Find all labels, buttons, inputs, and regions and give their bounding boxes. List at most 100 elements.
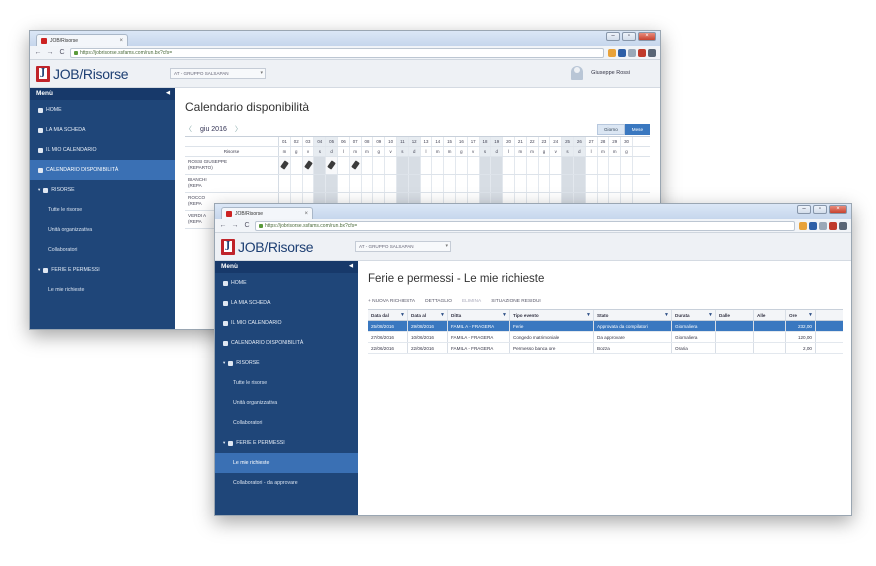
resource-name[interactable]: ROSSI GIUSEPPE (REPARTO) [185, 157, 279, 174]
delete-button[interactable]: ELIMINA [462, 299, 481, 304]
collapse-icon[interactable]: ◀ [349, 263, 353, 269]
sidebar-item-unita-organizzativa[interactable]: Unità organizzativa [215, 393, 358, 413]
calendar-cell[interactable] [396, 175, 409, 192]
calendar-cell[interactable] [444, 157, 456, 174]
calendar-cell[interactable] [421, 157, 433, 174]
filter-icon[interactable]: ▼ [708, 310, 713, 320]
calendar-cell[interactable] [586, 157, 598, 174]
calendar-cell[interactable] [279, 175, 291, 192]
app-logo[interactable]: JOB/Risorse [36, 65, 129, 82]
calendar-cell[interactable] [598, 157, 610, 174]
sidebar-item-ferie-e-permessi[interactable]: ▾ FERIE E PERMESSI [30, 260, 175, 280]
calendar-cell[interactable] [291, 175, 303, 192]
calendar-cell[interactable] [468, 175, 480, 192]
sidebar-item-il-mio-calendario[interactable]: IL MIO CALENDARIO [215, 313, 358, 333]
close-tab-icon[interactable]: × [304, 211, 308, 217]
extension-icon[interactable] [829, 221, 837, 230]
calendar-cell[interactable] [385, 157, 397, 174]
filter-icon[interactable]: ▼ [586, 310, 591, 320]
filter-icon[interactable]: ▼ [808, 310, 813, 320]
chevron-right-icon[interactable]: 〉 [235, 124, 242, 134]
calendar-cell[interactable] [573, 175, 586, 192]
calendar-cell[interactable] [444, 175, 456, 192]
sidebar-item-calendario-disponibilita[interactable]: CALENDARIO DISPONIBILITÀ [30, 160, 175, 180]
calendar-cell[interactable] [373, 175, 386, 192]
calendar-cell[interactable] [527, 157, 539, 174]
close-window-icon[interactable]: × [638, 32, 656, 41]
calendar-cell[interactable] [527, 175, 539, 192]
sidebar-item-il-mio-calendario[interactable]: IL MIO CALENDARIO [30, 140, 175, 160]
calendar-cell[interactable] [456, 157, 468, 174]
edit-pencil-icon[interactable] [349, 157, 362, 174]
calendar-cell[interactable] [396, 157, 409, 174]
calendar-cell[interactable] [468, 157, 480, 174]
filter-icon[interactable]: ▼ [400, 310, 405, 320]
calendar-cell[interactable] [539, 175, 551, 192]
reload-icon[interactable]: C [58, 49, 66, 56]
close-window-icon[interactable]: × [829, 205, 847, 214]
calendar-cell[interactable] [326, 175, 338, 192]
calendar-cell[interactable] [621, 157, 633, 174]
sidebar-item-le-mie-richieste[interactable]: Le mie richieste [215, 453, 358, 473]
calendar-cell[interactable] [479, 175, 492, 192]
user-menu[interactable]: Giuseppe Rossi [571, 66, 630, 80]
calendar-cell[interactable] [609, 175, 622, 192]
company-select[interactable]: AT - GRUPPO SALSAPAN [170, 68, 266, 79]
table-row[interactable]: 27/06/2016 10/06/2016 FAMILA - FRAGERA Cong… [368, 332, 843, 343]
star-icon[interactable] [608, 48, 616, 57]
column-header-data-al[interactable]: Data al ▼ [408, 310, 448, 320]
sidebar-item-le-mie-richieste[interactable]: Le mie richieste [30, 280, 175, 300]
calendar-cell[interactable] [314, 175, 327, 192]
calendar-cell[interactable] [515, 175, 527, 192]
column-header-stato[interactable]: Stato ▼ [594, 310, 672, 320]
calendar-cell[interactable] [350, 175, 362, 192]
calendar-cell[interactable] [586, 175, 598, 192]
column-header-alle[interactable]: Alle [754, 310, 786, 320]
chevron-left-icon[interactable]: 〈 [185, 124, 192, 134]
minimize-icon[interactable]: – [606, 32, 620, 41]
back-arrow-icon[interactable]: ← [219, 222, 227, 229]
sidebar-item-unita-organizzativa[interactable]: Unità organizzativa [30, 220, 175, 240]
edit-pencil-icon[interactable] [302, 157, 315, 174]
calendar-cell[interactable] [598, 175, 610, 192]
view-month-button[interactable]: Mese [624, 124, 650, 135]
calendar-cell[interactable] [362, 175, 374, 192]
sidebar-item-collaboratori-da-approvare[interactable]: Collaboratori - da approvare [215, 473, 358, 493]
column-header-durata[interactable]: Durata ▼ [672, 310, 716, 320]
extension-icon[interactable] [809, 221, 817, 230]
calendar-cell[interactable] [314, 157, 327, 174]
extension-icon[interactable] [618, 48, 626, 57]
calendar-cell[interactable] [421, 175, 433, 192]
calendar-cell[interactable] [621, 175, 633, 192]
sidebar-item-collaboratori[interactable]: Collaboratori [215, 413, 358, 433]
column-header-tipo-evento[interactable]: Tipo evento ▼ [510, 310, 594, 320]
sidebar-item-home[interactable]: HOME [215, 273, 358, 293]
calendar-cell[interactable] [562, 157, 574, 174]
edit-pencil-icon[interactable] [326, 157, 338, 174]
calendar-cell[interactable] [373, 157, 386, 174]
filter-icon[interactable]: ▼ [440, 310, 445, 320]
calendar-cell[interactable] [432, 175, 445, 192]
resource-name[interactable]: BIANCHI (REPA [185, 175, 279, 192]
back-arrow-icon[interactable]: ← [34, 49, 42, 56]
sidebar-item-tutte-le-risorse[interactable]: Tutte le risorse [30, 200, 175, 220]
detail-button[interactable]: DETTAGLIO [425, 299, 452, 304]
star-icon[interactable] [799, 221, 807, 230]
calendar-cell[interactable] [338, 175, 350, 192]
column-header-ore[interactable]: Ore ▼ [786, 310, 816, 320]
calendar-cell[interactable] [503, 157, 515, 174]
residual-status-button[interactable]: SITUAZIONE RESIDUI [491, 299, 541, 304]
minimize-icon[interactable]: – [797, 205, 811, 214]
extension-icon[interactable] [628, 48, 636, 57]
calendar-cell[interactable] [562, 175, 574, 192]
calendar-cell[interactable] [479, 157, 492, 174]
maximize-icon[interactable]: ▫ [813, 205, 827, 214]
calendar-cell[interactable] [539, 157, 551, 174]
forward-arrow-icon[interactable]: → [46, 49, 54, 56]
calendar-cell[interactable] [609, 157, 622, 174]
column-header-data-dal[interactable]: Data dal ▼ [368, 310, 408, 320]
column-header-dalle[interactable]: Dalle [716, 310, 754, 320]
calendar-cell[interactable] [456, 175, 468, 192]
browser-tab[interactable]: JOB/Risorse × [221, 207, 313, 219]
menu-icon[interactable] [839, 221, 847, 230]
